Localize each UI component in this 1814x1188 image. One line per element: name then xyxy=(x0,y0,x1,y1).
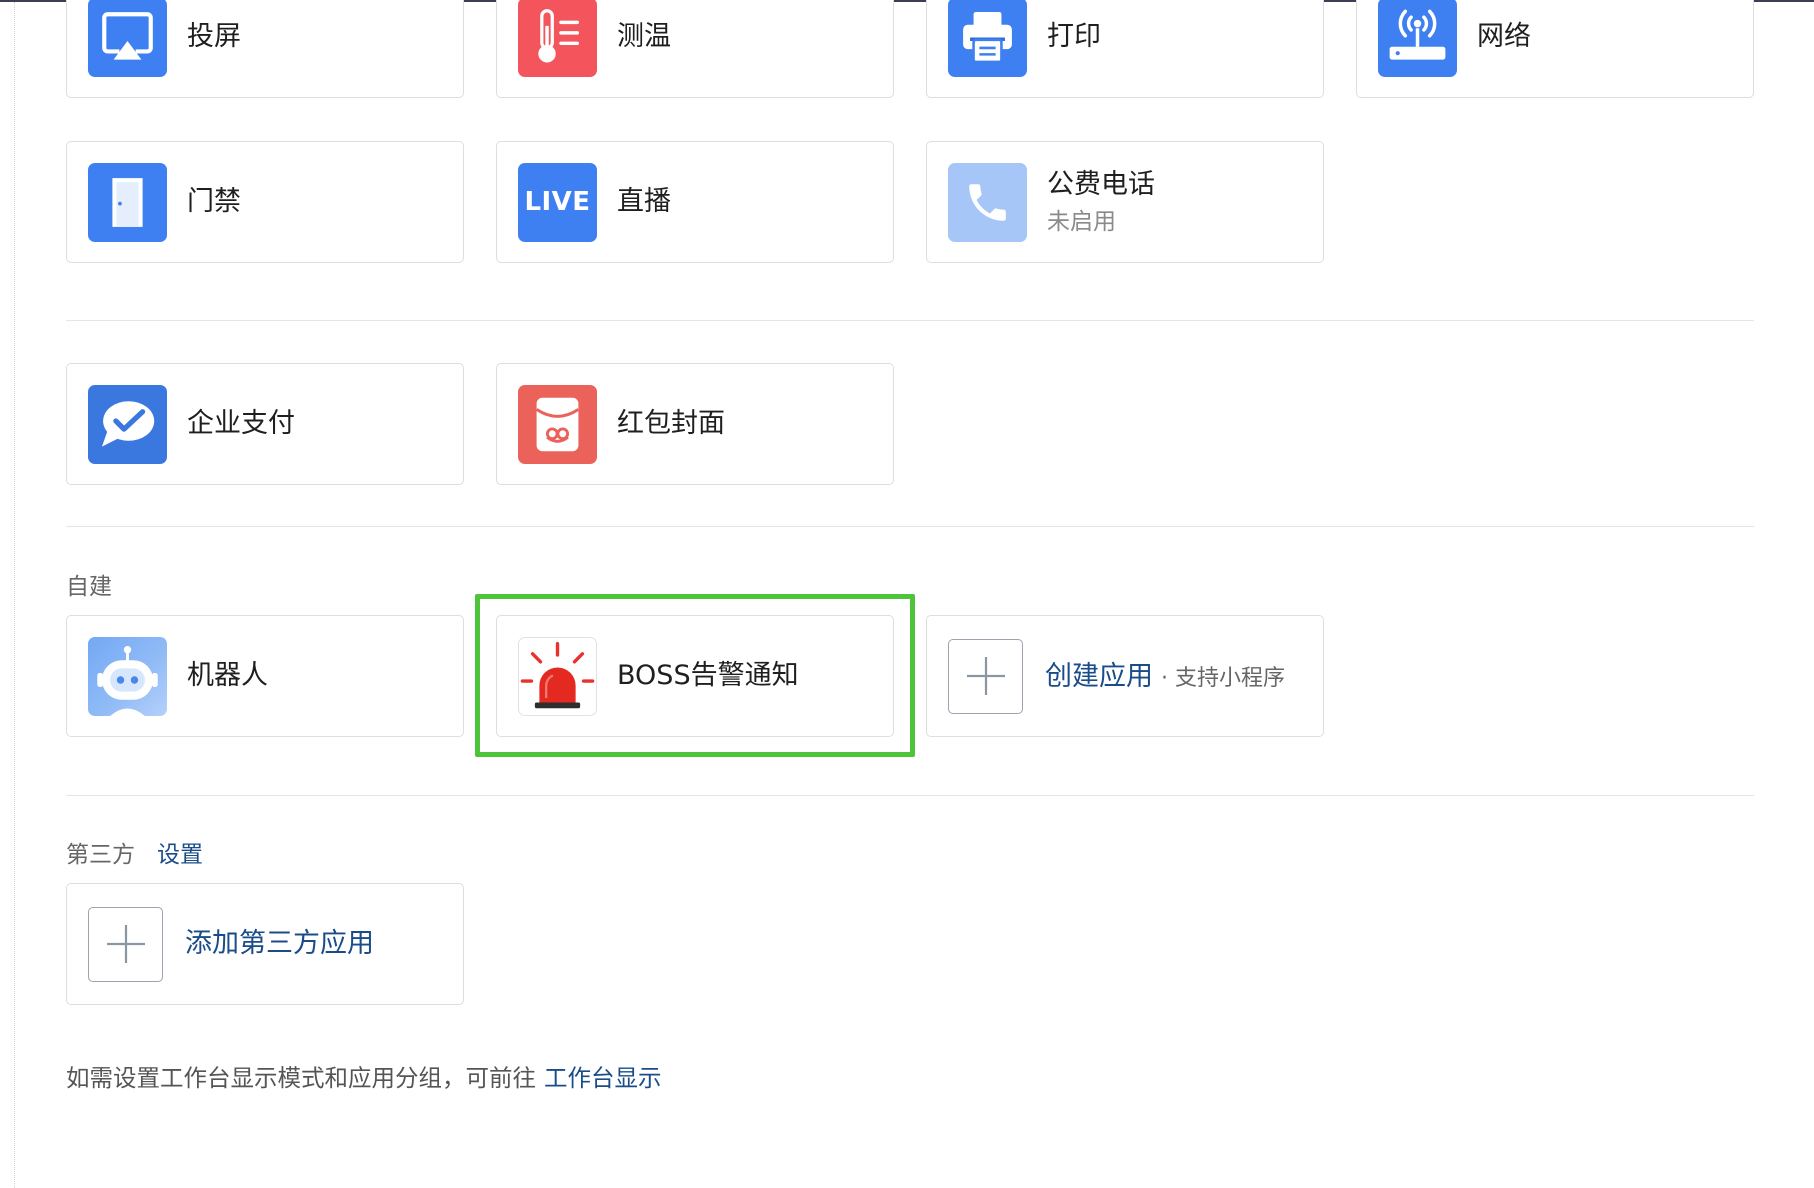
section-divider xyxy=(66,320,1754,321)
app-label: 企业支付 xyxy=(187,408,295,439)
app-label: 机器人 xyxy=(187,660,268,691)
app-label: 红包封面 xyxy=(617,408,725,439)
section-title-custom: 自建 xyxy=(66,574,112,600)
robot-icon xyxy=(88,636,167,716)
footer-text: 如需设置工作台显示模式和应用分组，可前往 xyxy=(66,1064,536,1092)
app-card-red-envelope-cover[interactable]: 红包封面 xyxy=(496,363,894,485)
left-edge-line xyxy=(14,2,15,1188)
app-label: BOSS告警通知 xyxy=(617,660,799,691)
app-card-thermometer[interactable]: 测温 xyxy=(496,0,894,98)
section-divider xyxy=(66,526,1754,527)
screen-cast-icon xyxy=(88,0,167,77)
app-card-live[interactable]: LIVE 直播 xyxy=(496,141,894,263)
app-card-network[interactable]: 网络 xyxy=(1356,0,1754,98)
plus-icon xyxy=(948,638,1023,714)
app-card-screencast[interactable]: 投屏 xyxy=(66,0,464,98)
add-third-party-app-button[interactable]: 添加第三方应用 xyxy=(66,883,464,1005)
third-party-settings-link[interactable]: 设置 xyxy=(157,842,203,868)
app-card-robot[interactable]: 机器人 xyxy=(66,615,464,737)
door-icon xyxy=(88,162,167,242)
app-card-printer[interactable]: 打印 xyxy=(926,0,1324,98)
thermometer-icon xyxy=(518,0,597,77)
red-envelope-icon xyxy=(518,384,597,464)
app-label: 公费电话 xyxy=(1047,168,1155,200)
app-label: 投屏 xyxy=(187,21,241,52)
app-card-enterprise-pay[interactable]: 企业支付 xyxy=(66,363,464,485)
section-header-third-party: 第三方 设置 xyxy=(66,841,203,869)
create-app-button[interactable]: 创建应用 · 支持小程序 xyxy=(926,615,1324,737)
live-icon-text: LIVE xyxy=(524,187,591,217)
app-label: 打印 xyxy=(1047,21,1101,52)
app-label: 测温 xyxy=(617,21,671,52)
create-app-label: 创建应用 xyxy=(1045,660,1153,692)
app-status-disabled: 未启用 xyxy=(1047,208,1116,235)
section-title-third-party: 第三方 xyxy=(66,842,135,868)
section-divider xyxy=(66,795,1754,796)
plus-icon xyxy=(88,906,163,982)
siren-icon xyxy=(518,636,597,716)
app-card-door-access[interactable]: 门禁 xyxy=(66,141,464,263)
wecom-pay-icon xyxy=(88,384,167,464)
app-label: 网络 xyxy=(1477,21,1531,52)
app-label: 直播 xyxy=(617,186,671,217)
add-third-party-app-label: 添加第三方应用 xyxy=(185,928,374,959)
create-app-hint: · 支持小程序 xyxy=(1161,665,1285,691)
app-label: 门禁 xyxy=(187,186,241,217)
footer-hint: 如需设置工作台显示模式和应用分组，可前往 工作台显示 xyxy=(66,1064,662,1092)
workbench-display-link[interactable]: 工作台显示 xyxy=(544,1064,662,1092)
live-icon: LIVE xyxy=(518,162,597,242)
app-card-public-phone[interactable]: 公费电话 未启用 xyxy=(926,141,1324,263)
app-card-boss-alert[interactable]: BOSS告警通知 xyxy=(496,615,894,737)
router-icon xyxy=(1378,0,1457,77)
phone-icon xyxy=(948,162,1027,242)
printer-icon xyxy=(948,0,1027,77)
